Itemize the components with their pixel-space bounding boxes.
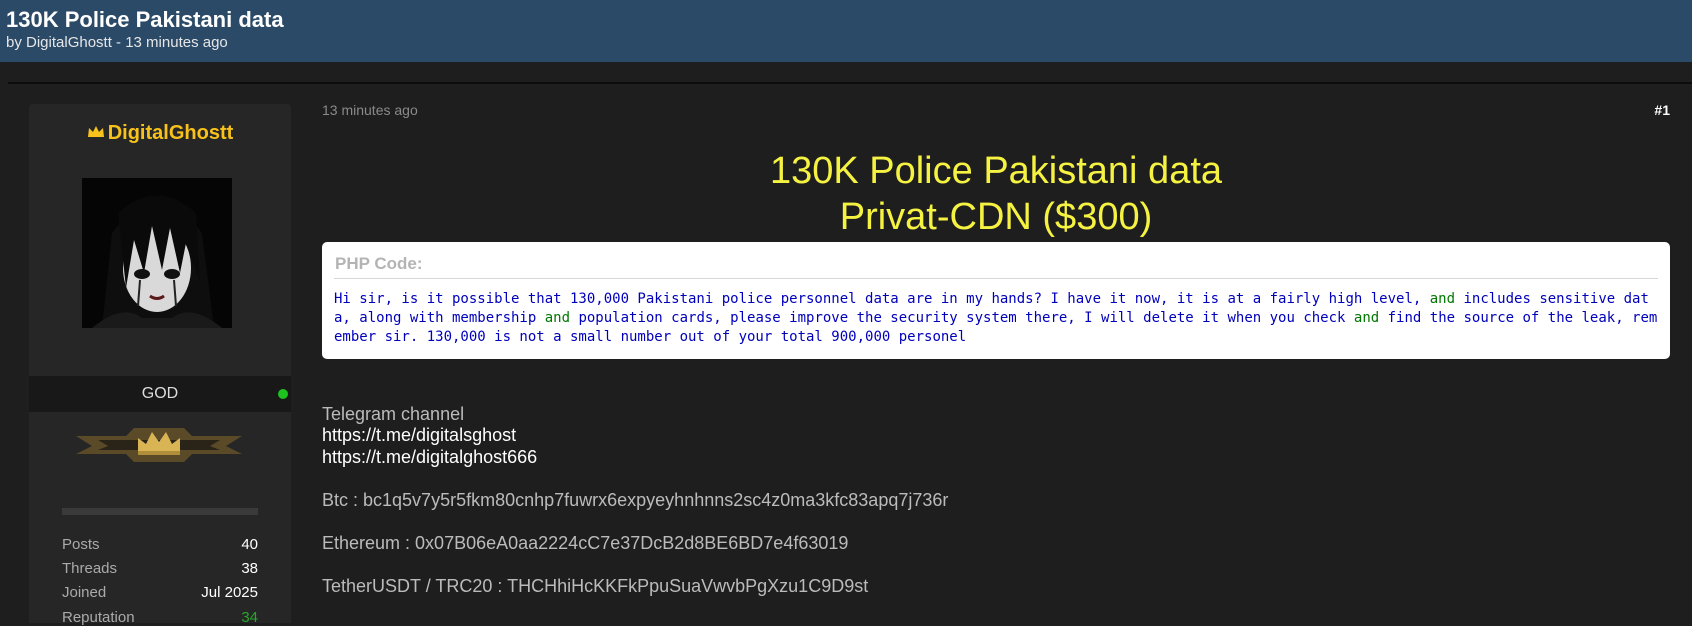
stat-label: Joined [62,584,107,601]
thread-meta: by DigitalGhostt - 13 minutes ago [6,34,228,51]
stat-label: Posts [62,536,100,553]
post-title-line: Privat-CDN ($300) [839,196,1153,238]
stat-threads: Threads 38 [62,560,258,577]
post-title: 130K Police Pakistani data Privat-CDN ($… [322,148,1670,240]
stat-reputation[interactable]: Reputation 34 [62,609,258,626]
rank-label: GOD [141,385,179,402]
online-status-icon [278,389,288,399]
thread-header: 130K Police Pakistani data by DigitalGho… [0,0,1692,62]
stat-value: Jul 2025 [201,584,258,601]
avatar[interactable] [82,178,232,328]
telegram-label: Telegram channel [322,404,465,424]
code-segment: population cards, please improve the sec… [570,310,1354,326]
rank-bar: GOD [29,376,291,412]
code-block-label: PHP Code: [335,254,423,273]
avatar-image [82,178,232,328]
username-text: DigitalGhostt [107,122,234,144]
stat-label: Threads [62,560,118,577]
stat-value: 38 [241,560,258,577]
stat-posts: Posts 40 [62,536,258,553]
stat-value[interactable]: 34 [241,609,258,626]
telegram-link[interactable]: https://t.me/digitalsghost [322,425,516,446]
php-code-block: PHP Code: Hi sir, is it possible that 13… [322,242,1670,359]
code-segment: Hi sir, is it possible that 130,000 Paki… [334,291,1430,307]
code-keyword: and [1353,310,1380,326]
eth-address: Ethereum : 0x07B06eA0aa2224cC7e37DcB2d8B… [322,533,849,553]
divider [8,82,1692,84]
code-keyword: and [544,310,571,326]
stat-label: Reputation [62,609,135,626]
reputation-bar [62,508,258,515]
rank-badge-icon [76,428,242,462]
code-keyword: and [1429,291,1456,307]
btc-address: Btc : bc1q5v7y5r5fkm80cnhp7fuwrx6expyeyh… [322,490,949,510]
stat-joined: Joined Jul 2025 [62,584,258,601]
usdt-address: TetherUSDT / TRC20 : THCHhiHcKKFkPpuSuaV… [322,576,869,596]
username-link[interactable]: DigitalGhostt [29,122,291,145]
post-timestamp: 13 minutes ago [322,102,418,118]
thread-title: 130K Police Pakistani data [6,7,284,32]
code-block-divider [334,278,1658,279]
telegram-link[interactable]: https://t.me/digitalghost666 [322,447,537,468]
post-title-line: 130K Police Pakistani data [769,150,1223,192]
stat-value: 40 [241,536,258,553]
crown-icon [87,126,104,137]
user-sidebar: DigitalGhostt GOD Posts 40 Threads 38 Jo… [29,104,291,626]
code-block-text: Hi sir, is it possible that 130,000 Paki… [334,290,1660,347]
post-permalink[interactable]: #1 [1640,102,1670,118]
